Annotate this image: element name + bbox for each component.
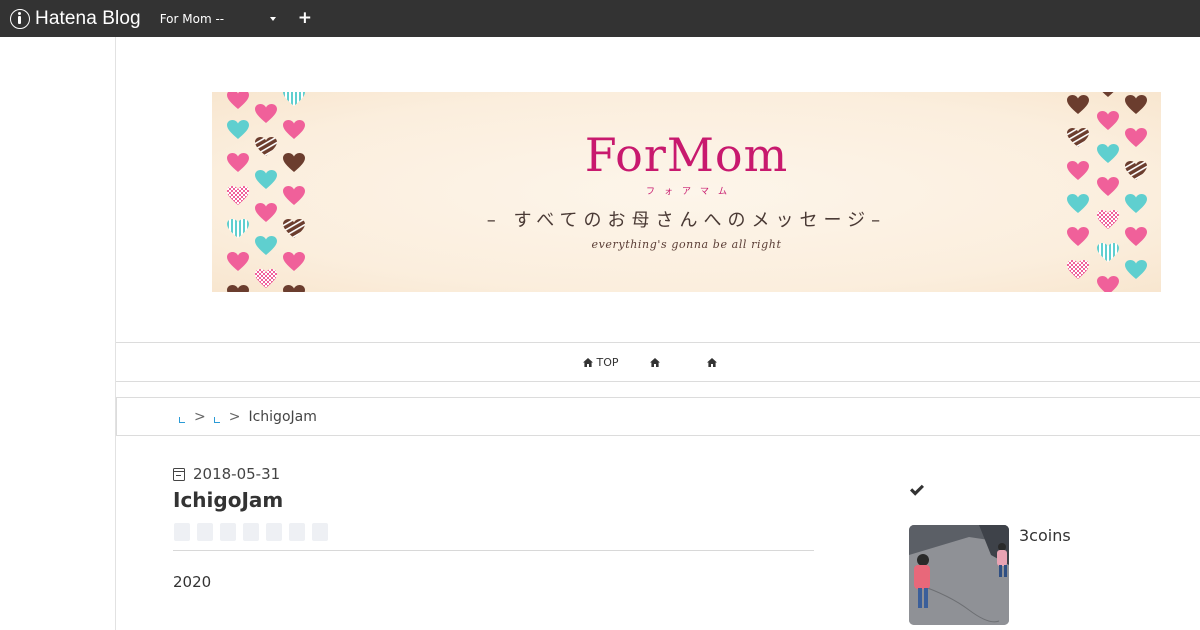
banner-subtitle: everything's gonna be all right [591,238,782,251]
breadcrumb-link-2[interactable] [213,416,220,423]
related-entry-title[interactable]: 3coins [1019,526,1071,545]
banner-message: – すべてのお母さんへのメッセージ– [486,210,887,231]
share-button[interactable] [220,523,236,541]
entry-divider [173,550,814,551]
home-icon [583,357,594,367]
nav-item-2[interactable] [628,342,685,382]
nav-item-3[interactable] [685,342,742,382]
blog-header-banner[interactable]: ForMom フォアマム – すべてのお母さんへのメッセージ– everythi… [212,92,1161,292]
entry-title[interactable]: IchigoJam [173,488,283,512]
share-button[interactable] [289,523,305,541]
breadcrumb: > > IchigoJam [116,397,1200,436]
home-icon [649,357,660,367]
share-button[interactable] [266,523,282,541]
check-icon [910,484,924,496]
banner-kana: フォアマム [645,187,736,197]
share-button[interactable] [312,523,328,541]
nav-item-label: TOP [596,355,619,369]
entry-date[interactable]: 2018-05-31 [173,465,280,483]
top-bar: Hatena Blog For Mom -- + [0,0,1200,37]
share-button[interactable] [197,523,213,541]
blog-selector-label: For Mom -- [159,11,225,26]
logo-text: Hatena Blog [35,7,141,29]
hatena-blog-logo[interactable]: Hatena Blog [10,0,141,37]
share-buttons [174,523,328,541]
caret-down-icon [269,16,276,21]
breadcrumb-separator: > [194,408,206,425]
entry-body-text: 2020 [173,573,212,591]
global-nav: TOP [116,342,1200,382]
home-icon [706,357,717,367]
related-entry-thumbnail[interactable] [909,525,1009,625]
blog-selector[interactable]: For Mom -- [160,7,278,31]
breadcrumb-link-1[interactable] [179,416,185,423]
nav-item-top[interactable]: TOP [574,342,627,382]
banner-title: ForMom [584,128,789,182]
entry-date-text: 2018-05-31 [193,465,281,483]
calendar-icon [173,467,185,481]
share-button[interactable] [243,523,259,541]
breadcrumb-current: IchigoJam [248,408,317,425]
breadcrumb-separator: > [228,408,241,425]
left-column-divider [115,37,116,630]
hatena-logo-icon [10,8,30,29]
share-button[interactable] [174,523,190,541]
add-entry-button[interactable]: + [298,10,312,27]
